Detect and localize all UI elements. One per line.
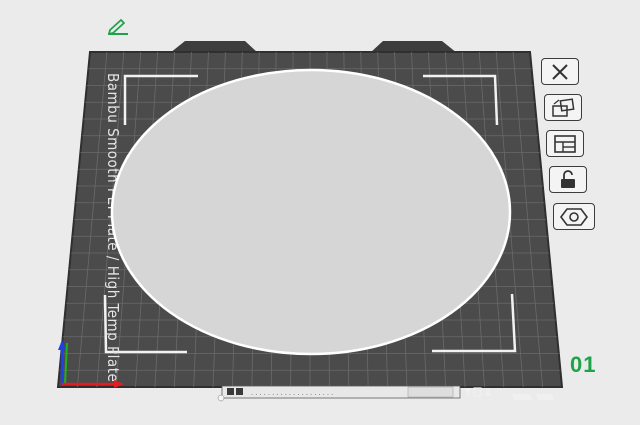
arrange-icon (552, 97, 575, 117)
qr-code-icon-2 (236, 388, 243, 395)
delete-plate-button[interactable] (541, 58, 579, 85)
plate-strip-text: .................... (250, 389, 334, 397)
hex-nut-icon (560, 207, 588, 226)
plate-type-button[interactable] (553, 203, 595, 230)
edit-plate-name-icon[interactable] (104, 17, 130, 40)
strip-right-bars (512, 394, 554, 400)
model-object[interactable] (110, 68, 512, 356)
strip-dot (217, 394, 225, 402)
strip-right-box (407, 386, 454, 398)
arrange-button[interactable] (544, 94, 582, 121)
qr-code-icon (227, 388, 234, 395)
lock-icon (561, 169, 575, 188)
close-icon (552, 63, 568, 80)
strip-icons (465, 387, 491, 397)
lock-button[interactable] (549, 166, 587, 193)
plate-settings-button[interactable] (546, 130, 584, 157)
layout-icon (554, 134, 576, 153)
plate-number: 01 (570, 352, 597, 377)
